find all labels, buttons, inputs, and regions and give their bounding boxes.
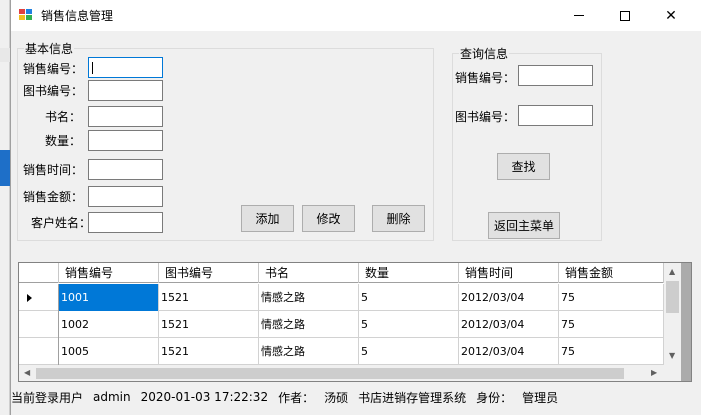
cell-quantity[interactable]: 5 [359,284,459,311]
query-sale-id-label: 销售编号： [455,71,516,85]
header-row-selector [19,263,59,283]
header-sale-amount[interactable]: 销售金额 [559,263,664,283]
status-role-label: 身份： [476,390,513,405]
header-sale-time[interactable]: 销售时间 [459,263,559,283]
window-title: 销售信息管理 [41,9,114,23]
cell-quantity[interactable]: 5 [359,338,459,365]
table-row[interactable]: 1005 1521 情感之路 5 2012/03/04 75 [19,338,664,365]
cell-sale-id[interactable]: 1002 [59,311,159,338]
book-name-input[interactable] [88,106,163,127]
current-row-arrow-icon [27,294,32,302]
book-id-input[interactable] [88,80,163,101]
cell-book-id[interactable]: 1521 [159,311,259,338]
book-name-label: 书名： [45,110,82,124]
table-row[interactable]: 1002 1521 情感之路 5 2012/03/04 75 [19,311,664,338]
status-bar: 当前登录用户 admin 2020-01-03 17:22:32 作者： 汤硕 … [11,386,701,408]
close-button[interactable]: ✕ [648,0,694,31]
status-author: 汤硕 [324,390,349,405]
status-system: 书店进销存管理系统 [358,390,467,405]
cell-book-name[interactable]: 情感之路 [259,284,359,311]
status-author-label: 作者： [278,390,315,405]
customer-name-label: 客户姓名： [31,216,92,230]
cell-book-id[interactable]: 1521 [159,338,259,365]
close-icon: ✕ [665,7,677,24]
scroll-right-icon[interactable]: ▶ [651,369,657,377]
row-selector[interactable] [19,284,59,311]
cell-book-name[interactable]: 情感之路 [259,311,359,338]
app-icon [19,9,33,21]
cell-sale-amount[interactable]: 75 [559,338,664,365]
header-book-name[interactable]: 书名 [259,263,359,283]
minimize-button[interactable] [556,0,602,31]
query-info-title: 查询信息 [459,45,510,62]
sales-management-window: 销售信息管理 ✕ 基本信息 销售编号： 图书编号： 书名： 数量： 销售时间： … [10,0,701,415]
basic-info-title: 基本信息 [24,40,75,57]
add-button[interactable]: 添加 [241,205,294,232]
search-button[interactable]: 查找 [497,153,550,180]
table-row[interactable]: 1001 1521 情感之路 5 2012/03/04 75 [19,284,664,311]
quantity-input[interactable] [88,130,163,151]
text-caret [92,62,93,74]
cell-sale-amount[interactable]: 75 [559,311,664,338]
sale-amount-label: 销售金额： [23,190,84,204]
header-book-id[interactable]: 图书编号 [159,263,259,283]
background-window-selection [0,150,10,186]
cell-sale-time[interactable]: 2012/03/04 [459,284,559,311]
scroll-up-icon[interactable]: ▲ [669,268,675,276]
back-to-menu-button[interactable]: 返回主菜单 [488,212,560,239]
title-bar: 销售信息管理 ✕ [11,0,701,31]
status-user: admin [93,390,131,404]
customer-name-input[interactable] [88,212,163,233]
sales-data-grid[interactable]: 销售编号 图书编号 书名 数量 销售时间 销售金额 1001 1521 情感之路… [18,262,692,382]
minimize-icon [574,15,584,16]
cell-sale-time[interactable]: 2012/03/04 [459,338,559,365]
header-quantity[interactable]: 数量 [359,263,459,283]
quantity-label: 数量： [45,134,82,148]
edit-button[interactable]: 修改 [302,205,355,232]
scroll-down-icon[interactable]: ▼ [669,352,675,360]
maximize-icon [620,10,630,21]
maximize-button[interactable] [602,0,648,31]
header-sale-id[interactable]: 销售编号 [59,263,159,283]
query-sale-id-input[interactable] [518,65,593,86]
background-window-item [0,48,10,62]
row-selector[interactable] [19,311,59,338]
query-book-id-label: 图书编号： [455,110,516,124]
vertical-scroll-thumb[interactable] [666,281,679,313]
status-user-label: 当前登录用户 [11,390,84,405]
sale-time-input[interactable] [88,159,163,180]
grid-header: 销售编号 图书编号 书名 数量 销售时间 销售金额 [19,263,664,283]
status-datetime: 2020-01-03 17:22:32 [140,390,269,404]
sale-amount-input[interactable] [88,186,163,207]
sale-time-label: 销售时间： [23,163,84,177]
scrollbar-corner [664,365,681,381]
cell-sale-id[interactable]: 1005 [59,338,159,365]
cell-quantity[interactable]: 5 [359,311,459,338]
book-id-label: 图书编号： [23,84,84,98]
sale-id-input[interactable] [88,57,163,78]
background-window [0,0,10,415]
vertical-scrollbar[interactable]: ▲ ▼ [664,263,681,365]
query-book-id-input[interactable] [518,105,593,126]
cell-sale-time[interactable]: 2012/03/04 [459,311,559,338]
row-selector[interactable] [19,338,59,365]
cell-sale-amount[interactable]: 75 [559,284,664,311]
horizontal-scrollbar[interactable]: ◀ ▶ [19,365,664,381]
cell-sale-id[interactable]: 1001 [59,284,159,311]
sale-id-label: 销售编号： [23,62,84,76]
status-role: 管理员 [522,390,559,405]
scroll-left-icon[interactable]: ◀ [24,369,30,377]
delete-button[interactable]: 删除 [372,205,425,232]
cell-book-id[interactable]: 1521 [159,284,259,311]
horizontal-scroll-thumb[interactable] [36,368,624,379]
cell-book-name[interactable]: 情感之路 [259,338,359,365]
grid-body: 销售编号 图书编号 书名 数量 销售时间 销售金额 1001 1521 情感之路… [19,263,664,365]
